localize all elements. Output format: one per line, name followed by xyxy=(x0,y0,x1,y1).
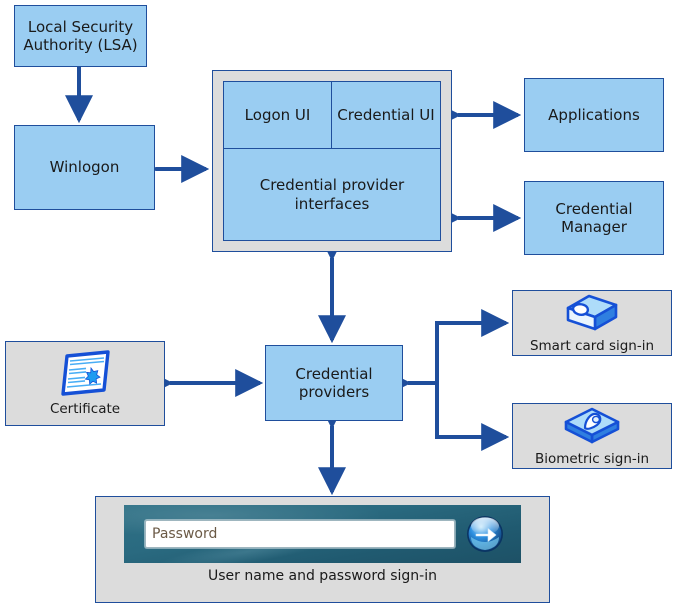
node-credential-provider-interfaces[interactable]: Credential provider interfaces xyxy=(224,149,440,240)
smart-card-icon xyxy=(561,293,623,337)
logon-bar: Password xyxy=(124,505,521,563)
node-password-signin[interactable]: Password User name and password sign-in xyxy=(95,496,550,603)
diagram-canvas: Local Security Authority (LSA) Winlogon … xyxy=(0,0,675,607)
node-label: Logon UI xyxy=(244,105,311,124)
node-label: Applications xyxy=(548,105,640,124)
node-winlogon[interactable]: Winlogon xyxy=(14,125,155,210)
node-label: Smart card sign-in xyxy=(529,337,655,354)
node-label: Credential Manager xyxy=(555,199,633,236)
node-logon-ui[interactable]: Logon UI xyxy=(224,82,332,149)
node-credential-manager[interactable]: Credential Manager xyxy=(524,181,664,255)
node-credential-ui[interactable]: Credential UI xyxy=(332,82,440,149)
submit-arrow-button[interactable] xyxy=(466,515,504,553)
credential-provider-inner: Logon UI Credential UI Credential provid… xyxy=(223,81,441,241)
node-label: Credential UI xyxy=(337,105,435,124)
password-input[interactable]: Password xyxy=(145,520,455,548)
node-biometric-signin[interactable]: Biometric sign-in xyxy=(512,403,672,469)
node-label: Winlogon xyxy=(49,158,120,177)
node-label: Biometric sign-in xyxy=(534,450,650,467)
connector-bus-biometric xyxy=(435,383,510,451)
biometric-icon xyxy=(561,406,623,450)
node-local-security-authority[interactable]: Local Security Authority (LSA) xyxy=(14,5,147,67)
node-label: Certificate xyxy=(49,401,121,417)
node-credential-provider-group: Logon UI Credential UI Credential provid… xyxy=(212,70,452,252)
node-smart-card-signin[interactable]: Smart card sign-in xyxy=(512,290,672,356)
node-applications[interactable]: Applications xyxy=(524,78,664,152)
node-label: Credential provider interfaces xyxy=(259,176,405,213)
node-label: Local Security Authority (LSA) xyxy=(23,17,138,54)
node-label: User name and password sign-in xyxy=(208,568,437,584)
node-certificate[interactable]: Certificate xyxy=(5,341,165,426)
connector-bus-smartcard xyxy=(435,309,510,383)
certificate-icon xyxy=(56,350,114,400)
node-credential-providers[interactable]: Credential providers xyxy=(265,345,403,421)
node-label: Credential providers xyxy=(295,364,373,401)
